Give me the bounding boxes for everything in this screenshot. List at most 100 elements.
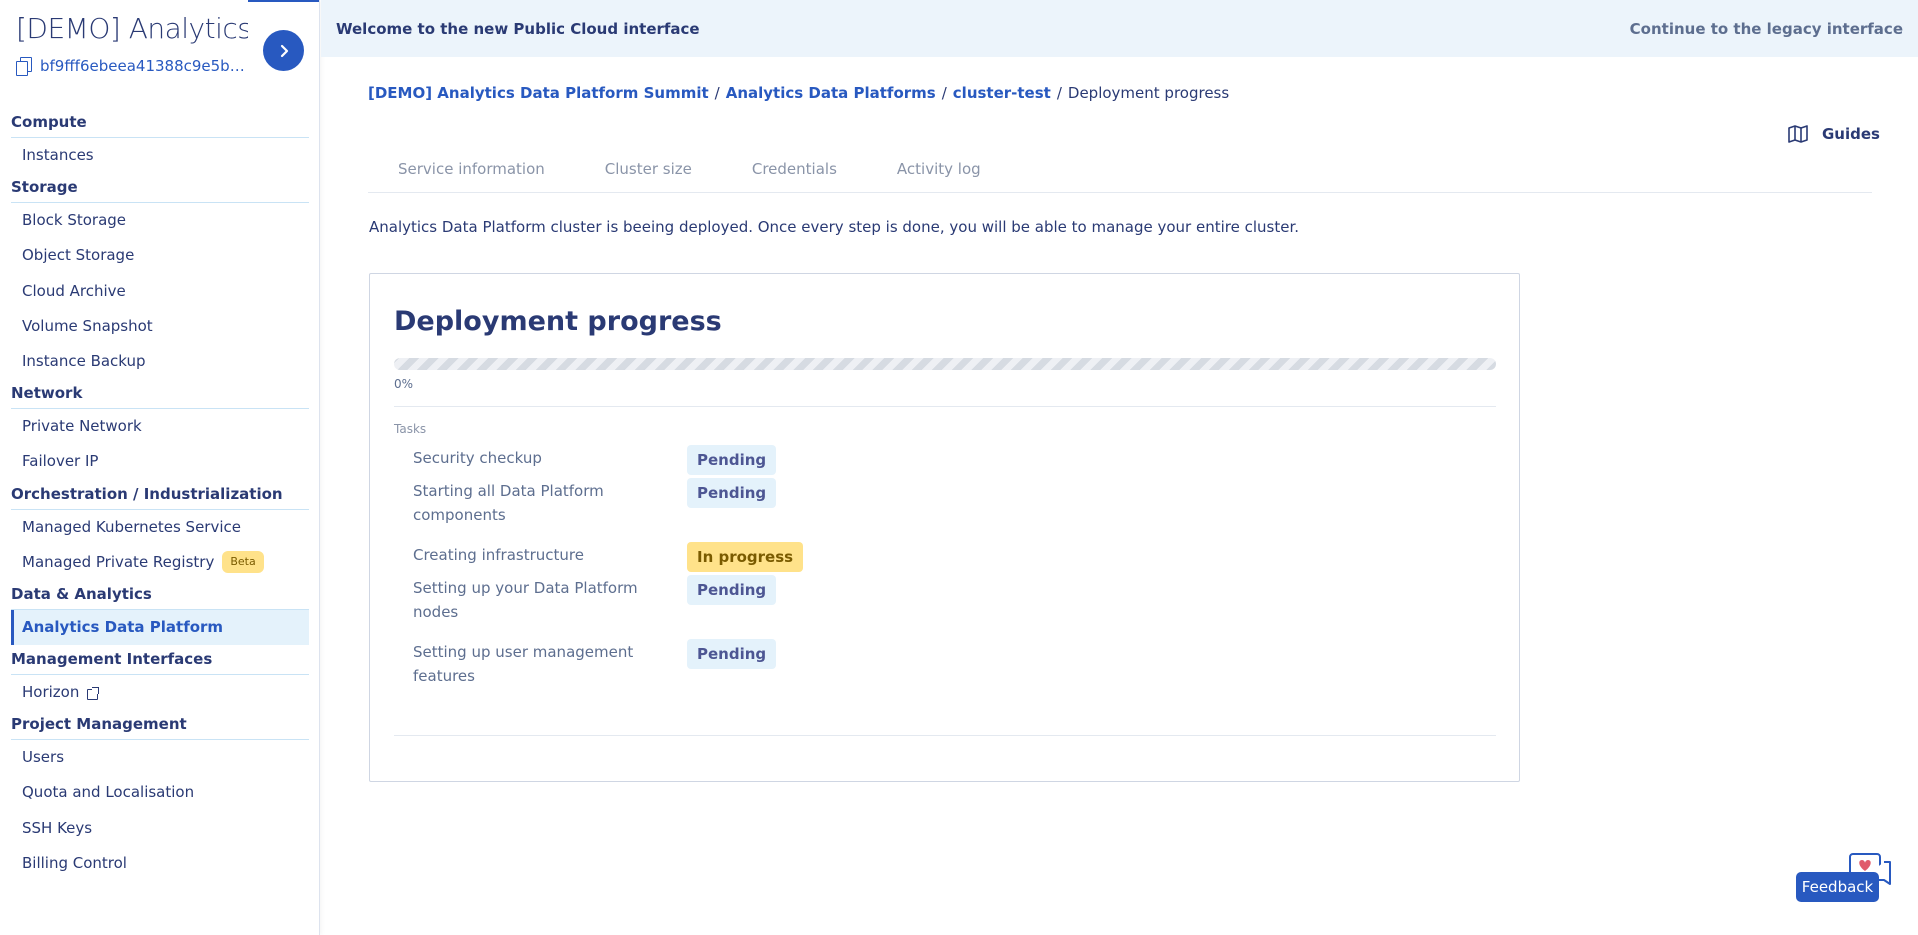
sidebar-item-label: Managed Private Registry — [22, 552, 215, 571]
external-link-icon — [87, 686, 100, 700]
tab-credentials[interactable]: Credentials — [722, 155, 867, 192]
breadcrumb-separator: / — [1056, 84, 1062, 102]
task-row: Setting up user management features Pendi… — [413, 638, 1313, 702]
tab-bar: Service information Cluster size Credent… — [368, 155, 1872, 193]
sidebar-item-label: Block Storage — [22, 211, 127, 230]
task-name: Creating infrastructure — [413, 546, 584, 564]
progress-label: 0% — [394, 377, 414, 391]
breadcrumb-separator: / — [714, 84, 720, 102]
task-row: Setting up your Data Platform nodes Pendi… — [413, 574, 1313, 638]
nav-section: Network Private Network Failover IP — [11, 379, 309, 479]
sidebar-item-managed-kubernetes-service[interactable]: Managed Kubernetes Service — [11, 510, 309, 545]
chevron-right-icon — [280, 44, 288, 57]
project-id: bf9fff6ebeea41388c9e5be70… — [40, 57, 250, 75]
guides-label: Guides — [1822, 125, 1880, 143]
divider — [394, 406, 1496, 407]
card-title: Deployment progress — [394, 306, 722, 337]
copy-icon[interactable] — [16, 57, 32, 76]
nav-section-title: Project Management — [11, 710, 309, 741]
breadcrumb: [DEMO] Analytics Data Platform Summit / … — [368, 84, 1229, 102]
sidebar-item-cloud-archive[interactable]: Cloud Archive — [11, 274, 309, 309]
project-title: [DEMO] Analytics Data Platform Summit — [16, 12, 248, 45]
sidebar-item-quota-and-localisation[interactable]: Quota and Localisation — [11, 775, 309, 810]
sidebar-item-label: Instances — [22, 146, 94, 164]
status-badge: Pending — [687, 575, 777, 605]
sidebar-item-label: Horizon — [22, 683, 80, 702]
sidebar-item-volume-snapshot[interactable]: Volume Snapshot — [11, 309, 309, 344]
task-row: Security checkup Pending — [413, 444, 1313, 477]
nav-section: Compute Instances — [11, 108, 309, 173]
task-name: Setting up your Data Platform nodes — [413, 579, 638, 621]
banner-welcome-text: Welcome to the new Public Cloud interfac… — [336, 19, 700, 38]
sidebar-item-private-network[interactable]: Private Network — [11, 409, 309, 444]
sidebar-item-ssh-keys[interactable]: SSH Keys — [11, 811, 309, 846]
nav-section-title: Compute — [11, 108, 309, 138]
breadcrumb-separator: / — [941, 84, 947, 102]
sidebar-item-label: Users — [22, 748, 65, 767]
sidebar-item-label: Instance Backup — [22, 351, 146, 370]
task-list: Security checkup Pending Starting all Data… — [413, 444, 1313, 702]
sidebar-item-managed-private-registry[interactable]: Managed Private Registry Beta — [11, 545, 309, 580]
sidebar-item-horizon[interactable]: Horizon — [11, 675, 309, 710]
feedback-widget[interactable]: Feedback — [1796, 852, 1894, 904]
sidebar-item-label: Analytics Data Platform — [22, 617, 224, 636]
intro-text: Analytics Data Platform cluster is beein… — [369, 218, 1300, 236]
task-name: Security checkup — [413, 449, 542, 467]
task-name: Starting all Data Platform components — [413, 482, 604, 524]
sidebar-item-failover-ip[interactable]: Failover IP — [11, 444, 309, 479]
status-badge: Pending — [687, 639, 777, 669]
guides-button[interactable]: Guides — [1788, 125, 1880, 143]
tab-cluster-size[interactable]: Cluster size — [575, 155, 722, 192]
sidebar-nav: Compute Instances Storage Block Storage Obje… — [11, 108, 309, 881]
sidebar-item-instance-backup[interactable]: Instance Backup — [11, 344, 309, 379]
beta-badge: Beta — [222, 551, 264, 574]
tab-service-information[interactable]: Service information — [368, 155, 575, 192]
sidebar-toggle-button[interactable] — [263, 30, 304, 71]
status-badge: Pending — [687, 445, 777, 475]
breadcrumb-cluster[interactable]: cluster-test — [953, 84, 1051, 102]
tab-activity-log[interactable]: Activity log — [867, 155, 1011, 192]
progress-bar — [394, 358, 1496, 370]
top-accent-bar — [248, 0, 319, 2]
task-row: Starting all Data Platform components Pen… — [413, 477, 1313, 541]
sidebar-item-label: Object Storage — [22, 246, 135, 265]
nav-section-title: Orchestration / Industrialization — [11, 480, 309, 510]
nav-section-title: Data & Analytics — [11, 580, 309, 610]
nav-section: Storage Block Storage Object Storage Cloud … — [11, 173, 309, 379]
task-row: Creating infrastructure In progress — [413, 541, 1313, 574]
nav-section: Management Interfaces Horizon — [11, 645, 309, 710]
sidebar-item-label: Quota and Localisation — [22, 783, 195, 802]
tasks-label: Tasks — [394, 422, 427, 436]
welcome-banner: Welcome to the new Public Cloud interfac… — [321, 0, 1918, 57]
status-badge: Pending — [687, 478, 777, 508]
sidebar-item-analytics-data-platform[interactable]: Analytics Data Platform — [11, 609, 309, 646]
nav-section: Data & Analytics Analytics Data Platform — [11, 580, 309, 646]
deployment-card: Deployment progress 0% Tasks Security ch… — [369, 273, 1520, 782]
breadcrumb-project[interactable]: [DEMO] Analytics Data Platform Summit — [368, 84, 709, 102]
sidebar-item-label: Failover IP — [22, 452, 99, 471]
nav-section-title: Network — [11, 379, 309, 410]
book-icon — [1788, 125, 1808, 143]
nav-section: Orchestration / Industrialization Managed… — [11, 480, 309, 580]
sidebar-item-users[interactable]: Users — [11, 740, 309, 775]
sidebar-item-label: Managed Kubernetes Service — [22, 517, 241, 536]
sidebar-item-object-storage[interactable]: Object Storage — [11, 238, 309, 273]
breadcrumb-current: Deployment progress — [1067, 84, 1230, 102]
project-id-copy[interactable]: bf9fff6ebeea41388c9e5be70… — [16, 57, 250, 76]
sidebar: [DEMO] Analytics Data Platform Summit bf… — [0, 0, 320, 935]
breadcrumb-platforms[interactable]: Analytics Data Platforms — [726, 84, 936, 102]
sidebar-item-block-storage[interactable]: Block Storage — [11, 203, 309, 238]
feedback-button[interactable]: Feedback — [1796, 872, 1879, 902]
sidebar-item-label: Volume Snapshot — [22, 316, 153, 335]
sidebar-item-label: SSH Keys — [22, 818, 93, 837]
sidebar-item-billing-control[interactable]: Billing Control — [11, 846, 309, 881]
status-badge: In progress — [687, 542, 804, 572]
sidebar-item-instances[interactable]: Instances — [11, 138, 309, 173]
task-name: Setting up user management features — [413, 643, 634, 685]
nav-section-title: Storage — [11, 173, 309, 204]
legacy-interface-link[interactable]: Continue to the legacy interface — [1630, 20, 1903, 38]
sidebar-item-label: Billing Control — [22, 853, 127, 872]
sidebar-item-label: Private Network — [22, 417, 142, 436]
nav-section-title: Management Interfaces — [11, 645, 309, 676]
sidebar-item-label: Cloud Archive — [22, 281, 126, 300]
